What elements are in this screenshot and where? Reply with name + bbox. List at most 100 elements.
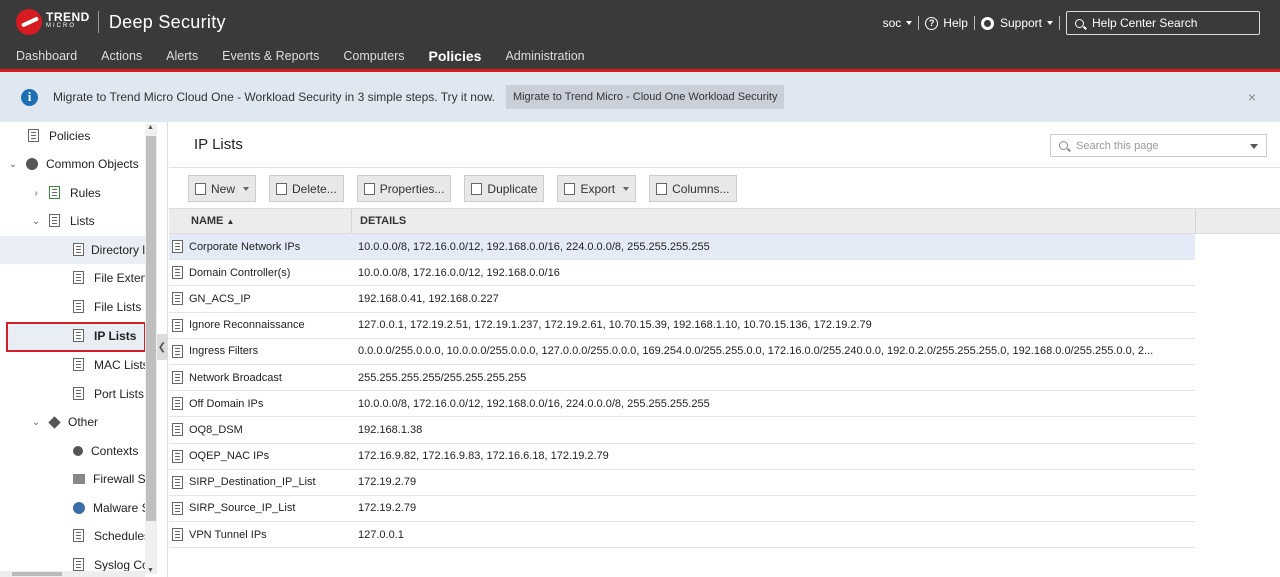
cube-icon — [48, 415, 61, 429]
sidebar-item-directory-lists[interactable]: Directory l — [0, 236, 145, 264]
help-center-search-input[interactable]: Help Center Search — [1066, 11, 1260, 35]
nav-tab-events-reports[interactable]: Events & Reports — [222, 49, 319, 64]
ip-list-icon — [172, 423, 183, 437]
column-header-details[interactable]: DETAILS — [360, 215, 406, 227]
duplicate-button[interactable]: Duplicate — [464, 175, 545, 202]
sidebar-vertical-scrollbar[interactable]: ▲ ▼ — [145, 124, 157, 574]
table-row[interactable]: Ignore Reconnaissance 127.0.0.1, 172.19.2… — [169, 313, 1195, 339]
chevron-down-icon[interactable]: ⌄ — [8, 159, 18, 170]
table-row[interactable]: Corporate Network IPs 10.0.0.0/8, 172.16.… — [169, 234, 1195, 261]
sidebar-item-other[interactable]: ⌄ Other — [31, 408, 98, 436]
chevron-down-icon[interactable]: ⌄ — [31, 216, 41, 227]
collapse-sidebar-handle[interactable]: ❮ — [157, 334, 167, 360]
help-link[interactable]: ? Help — [919, 16, 974, 30]
table-row[interactable]: VPN Tunnel IPs 127.0.0.1 — [169, 522, 1195, 549]
sidebar-item-schedules[interactable]: Schedules — [73, 522, 150, 550]
export-button-label: Export — [580, 181, 616, 196]
row-name: Off Domain IPs — [189, 397, 264, 410]
nav-tab-policies[interactable]: Policies — [429, 48, 482, 64]
list-document-icon — [73, 271, 86, 285]
sidebar-item-contexts[interactable]: Contexts — [73, 437, 138, 465]
column-header-name[interactable]: NAME ▲ — [191, 215, 234, 227]
column-divider[interactable] — [1195, 209, 1196, 233]
column-divider[interactable] — [351, 209, 352, 233]
close-icon[interactable]: × — [1248, 89, 1256, 105]
table-row[interactable]: Domain Controller(s) 10.0.0.0/8, 172.16.0… — [169, 260, 1195, 287]
sidebar-item-lists[interactable]: ⌄ Lists — [31, 207, 95, 235]
sidebar-item-label: Port Lists — [94, 387, 145, 401]
table-row[interactable]: Off Domain IPs 10.0.0.0/8, 172.16.0.0/12,… — [169, 391, 1195, 418]
table-row[interactable]: OQ8_DSM 192.168.1.38 — [169, 417, 1195, 444]
sidebar-tree: Policies ⌄ Common Objects › Rules ⌄ List… — [0, 122, 168, 577]
nav-tab-actions[interactable]: Actions — [101, 49, 142, 64]
column-name-label: NAME — [191, 215, 224, 227]
sidebar-item-label: File Exten — [94, 271, 148, 285]
sidebar-item-firewall-stateful[interactable]: Firewall S — [73, 465, 146, 493]
ip-list-icon — [172, 266, 183, 280]
properties-icon — [363, 182, 375, 195]
table-row[interactable]: SIRP_Destination_IP_List 172.19.2.79 — [169, 470, 1195, 496]
sidebar-item-label: Other — [68, 415, 99, 429]
table-row[interactable]: OQEP_NAC IPs 172.16.9.82, 172.16.9.83, 17… — [169, 444, 1195, 470]
sidebar-item-policies[interactable]: Policies — [28, 122, 90, 150]
sidebar-item-rules[interactable]: › Rules — [31, 179, 101, 207]
chevron-down-icon[interactable]: ⌄ — [31, 417, 41, 428]
sidebar-item-file-lists[interactable]: File Lists — [73, 293, 141, 321]
new-button[interactable]: New — [188, 175, 257, 202]
row-details: 172.19.2.79 — [358, 476, 417, 489]
sidebar-item-label: Lists — [70, 214, 95, 228]
table-row[interactable]: SIRP_Source_IP_List 172.19.2.79 — [169, 496, 1195, 523]
sidebar-item-label: Firewall S — [93, 472, 146, 486]
list-document-icon — [73, 558, 86, 572]
row-name: GN_ACS_IP — [189, 292, 251, 305]
table-row[interactable]: Network Broadcast 255.255.255.255/255.255… — [169, 365, 1195, 392]
table-row[interactable]: GN_ACS_IP 192.168.0.41, 192.168.0.227 — [169, 286, 1195, 313]
chevron-right-icon[interactable]: › — [31, 188, 41, 199]
trend-micro-logo-icon — [16, 9, 42, 35]
sidebar-item-mac-lists[interactable]: MAC Lists — [73, 351, 149, 379]
nav-tab-alerts[interactable]: Alerts — [166, 49, 198, 64]
table-row[interactable]: Ingress Filters 0.0.0.0/255.0.0.0, 10.0.0… — [169, 339, 1195, 365]
migrate-button[interactable]: Migrate to Trend Micro - Cloud One Workl… — [505, 85, 785, 109]
nav-tab-dashboard[interactable]: Dashboard — [16, 49, 77, 64]
user-menu[interactable]: soc — [877, 16, 919, 30]
nav-tab-administration[interactable]: Administration — [505, 49, 584, 64]
columns-button[interactable]: Columns... — [649, 175, 737, 202]
scroll-up-icon[interactable]: ▲ — [147, 124, 154, 131]
ip-list-icon — [172, 528, 183, 542]
lifebuoy-icon — [980, 16, 994, 30]
sort-ascending-icon: ▲ — [226, 217, 235, 226]
properties-button[interactable]: Properties... — [356, 175, 452, 202]
ip-list-icon — [172, 397, 183, 411]
export-button[interactable]: Export — [557, 175, 637, 202]
ip-list-icon — [172, 475, 183, 489]
sidebar-item-label: Syslog Co — [94, 558, 149, 572]
scroll-down-icon[interactable]: ▼ — [147, 567, 154, 574]
row-details: 127.0.0.1 — [358, 528, 404, 541]
main-content: IP Lists Search this page New Delete... … — [169, 122, 1280, 577]
sidebar-item-common-objects[interactable]: ⌄ Common Objects — [8, 150, 139, 178]
support-menu[interactable]: Support — [975, 16, 1059, 30]
support-label: Support — [999, 16, 1042, 30]
row-details: 172.16.9.82, 172.16.9.83, 172.16.6.18, 1… — [358, 450, 609, 463]
brand-line1: TREND — [46, 10, 90, 24]
row-name: VPN Tunnel IPs — [189, 528, 267, 541]
delete-button[interactable]: Delete... — [269, 175, 344, 202]
scrollbar-thumb[interactable] — [146, 136, 156, 521]
scrollbar-thumb[interactable] — [12, 572, 62, 576]
selection-highlight-box — [6, 322, 146, 352]
sidebar-item-malware-scan[interactable]: Malware S — [73, 494, 150, 522]
nav-tab-computers[interactable]: Computers — [343, 49, 404, 64]
divider — [1059, 16, 1060, 30]
sidebar-item-label: File Lists — [94, 300, 142, 314]
chevron-down-icon — [906, 21, 913, 25]
sidebar-horizontal-scrollbar[interactable] — [0, 571, 145, 577]
sidebar-item-label: Directory l — [90, 243, 145, 257]
chevron-down-icon[interactable] — [1250, 144, 1258, 149]
trend-micro-logo[interactable]: TREND MICRO Deep Security — [16, 9, 226, 35]
trash-icon — [276, 182, 288, 195]
sidebar-item-port-lists[interactable]: Port Lists — [73, 380, 144, 408]
sidebar-item-file-extension-lists[interactable]: File Exten — [73, 264, 147, 292]
list-document-icon — [73, 300, 86, 314]
search-this-page-input[interactable]: Search this page — [1050, 134, 1267, 157]
